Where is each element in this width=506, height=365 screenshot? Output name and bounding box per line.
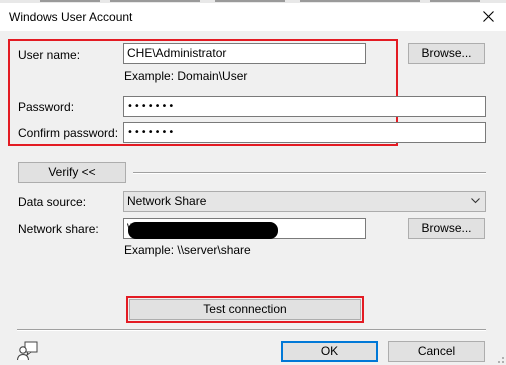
window-title: Windows User Account [9, 10, 133, 24]
data-source-select[interactable]: Network Share [123, 191, 486, 212]
username-input[interactable]: CHE\Administrator [123, 43, 366, 64]
confirm-password-input[interactable]: ••••••• [123, 122, 486, 143]
user-help-icon[interactable] [16, 341, 38, 361]
network-share-example: Example: \\server\share [124, 243, 251, 257]
data-source-value: Network Share [127, 194, 207, 208]
verify-separator [133, 172, 486, 174]
username-label: User name: [18, 48, 81, 62]
password-input[interactable]: ••••••• [123, 96, 486, 117]
verify-button[interactable]: Verify << [18, 162, 126, 183]
username-browse-button[interactable]: Browse... [408, 43, 485, 64]
footer-separator [17, 329, 486, 331]
redaction-bar [128, 222, 278, 239]
network-share-label: Network share: [18, 222, 99, 236]
title-bar: Windows User Account [0, 3, 506, 31]
resize-grip-icon[interactable] [493, 352, 505, 364]
test-connection-button[interactable]: Test connection [129, 299, 361, 320]
cancel-button[interactable]: Cancel [388, 341, 485, 362]
close-button[interactable] [472, 3, 506, 31]
ok-button[interactable]: OK [281, 341, 378, 362]
close-icon [483, 11, 494, 22]
username-example: Example: Domain\User [124, 69, 248, 83]
dialog-body: User name: CHE\Administrator Browse... E… [0, 31, 506, 365]
password-label: Password: [18, 100, 75, 114]
network-share-browse-button[interactable]: Browse... [408, 218, 485, 239]
chevron-down-icon [471, 198, 480, 204]
data-source-label: Data source: [18, 195, 87, 209]
confirm-password-label: Confirm password: [18, 126, 119, 140]
